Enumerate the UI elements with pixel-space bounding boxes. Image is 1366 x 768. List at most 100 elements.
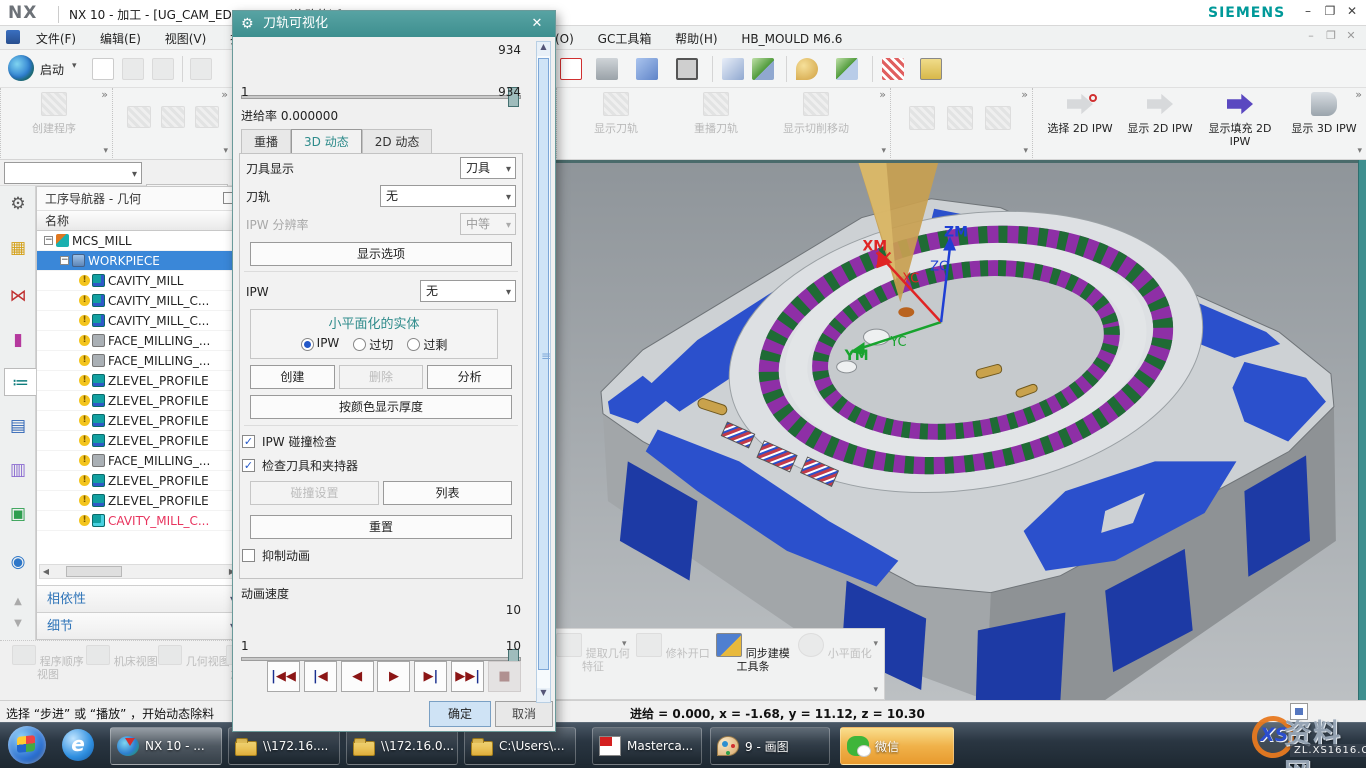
program-order-view-button[interactable]: 程序顺序视图: [12, 645, 84, 681]
scroll-up-icon[interactable]: ▲: [537, 42, 550, 56]
menu-edit[interactable]: 编辑(E): [90, 26, 151, 51]
template-icon[interactable]: ▥: [4, 456, 32, 484]
ok-button[interactable]: 确定: [429, 701, 491, 727]
dialog-scroll-thumb[interactable]: [538, 58, 549, 670]
tree-row-operation[interactable]: FACE_MILLING_...: [37, 351, 241, 371]
verify-toolpath-icon[interactable]: [161, 106, 185, 128]
collision-settings-button[interactable]: 碰撞设置: [250, 481, 379, 505]
geometry-view-button[interactable]: 几何视图: [158, 645, 230, 668]
tree-row-operation[interactable]: FACE_MILLING_...: [37, 451, 241, 471]
menu-gc-toolbox[interactable]: GC工具箱: [588, 26, 662, 51]
step-back-button[interactable]: |◀: [304, 661, 337, 692]
taskbar-item-folder2[interactable]: \\172.16.0...: [346, 727, 458, 765]
dialog-title-bar[interactable]: 刀轨可视化: [233, 11, 555, 37]
taskbar-item-paint[interactable]: 9 - 画图: [710, 727, 830, 765]
part-navigator-icon[interactable]: ▮: [4, 326, 32, 354]
create-button[interactable]: 创建: [250, 365, 335, 389]
dropdown-arrow[interactable]: ▾: [873, 685, 878, 695]
child-close-button[interactable]: ✕: [1342, 29, 1360, 45]
stop-button[interactable]: ■: [488, 661, 521, 692]
postprocess-icon[interactable]: [947, 106, 973, 130]
synchronous-modeling-button[interactable]: 同步建模工具条: [714, 633, 792, 673]
menu-file[interactable]: 文件(F): [26, 26, 86, 51]
go-to-end-button[interactable]: ▶▶|: [451, 661, 484, 692]
analyze-button[interactable]: 分析: [427, 365, 512, 389]
taskbar-item-mastercam[interactable]: Masterca...: [592, 727, 702, 765]
confirm-icon[interactable]: [909, 106, 935, 130]
machine-tool-view-button[interactable]: 机床视图: [86, 645, 158, 668]
child-minimize-button[interactable]: –: [1302, 29, 1320, 45]
show-filled-2d-ipw-button[interactable]: 显示填充 2D IPW: [1197, 92, 1283, 148]
web-browser-icon[interactable]: ◉: [4, 548, 32, 576]
tree-row-mcs[interactable]: MCS_MILL: [37, 231, 241, 251]
tab-3d-dynamic[interactable]: 3D 动态: [291, 129, 362, 154]
tool-display-combo[interactable]: 刀具: [460, 157, 516, 179]
radio-excess[interactable]: 过剩: [407, 336, 447, 353]
tree-row-operation[interactable]: ZLEVEL_PROFILE: [37, 371, 241, 391]
dropdown-arrow[interactable]: ▾: [873, 639, 878, 649]
radio-gouge[interactable]: 过切: [353, 336, 393, 353]
internet-explorer-button[interactable]: e: [62, 729, 94, 761]
close-button[interactable]: ✕: [1342, 4, 1362, 22]
dialog-scrollbar[interactable]: ▲ ▼: [536, 41, 551, 703]
tree-row-operation[interactable]: ZLEVEL_PROFILE: [37, 471, 241, 491]
dialog-close-icon[interactable]: [527, 11, 547, 37]
taskbar-item-wechat[interactable]: 微信: [840, 727, 954, 765]
menu-view[interactable]: 视图(V): [155, 26, 217, 51]
tree-row-operation[interactable]: CAVITY_MILL_C...: [37, 291, 241, 311]
suppress-animation-row[interactable]: 抑制动画: [240, 545, 522, 569]
start-button[interactable]: [8, 726, 46, 764]
list-button[interactable]: 列表: [383, 481, 512, 505]
shop-doc-icon[interactable]: [985, 106, 1011, 130]
hscroll-thumb[interactable]: [66, 566, 122, 577]
tree-row-operation-current[interactable]: CAVITY_MILL_C...: [37, 511, 241, 531]
minimize-button[interactable]: –: [1298, 4, 1318, 22]
edit-section-icon[interactable]: [752, 58, 774, 80]
selection-filter-combo[interactable]: [4, 162, 142, 184]
viewport-right-scroll-strip[interactable]: [1358, 160, 1366, 700]
create-program-button[interactable]: 创建程序: [11, 92, 97, 135]
operation-navigator-tab[interactable]: ≔: [4, 368, 36, 396]
show-hide-icon[interactable]: [836, 58, 858, 80]
menu-help[interactable]: 帮助(H): [665, 26, 727, 51]
tab-2d-dynamic[interactable]: 2D 动态: [362, 129, 433, 154]
tree-row-workpiece[interactable]: WORKPIECE: [37, 251, 241, 271]
scroll-down-icon[interactable]: ▼: [537, 688, 550, 702]
start-menu-label[interactable]: 启动: [40, 61, 64, 78]
tree-row-operation[interactable]: CAVITY_MILL_C...: [37, 311, 241, 331]
play-forward-button[interactable]: ▶: [377, 661, 410, 692]
menu-hb-mould[interactable]: HB_MOULD M6.6: [731, 28, 852, 50]
replay-toolpath-button[interactable]: 重播刀轨: [673, 92, 759, 135]
toolpath-combo[interactable]: 无: [380, 185, 516, 207]
roles-gear-icon[interactable]: ⚙: [4, 190, 32, 218]
ipw-combo[interactable]: 无: [420, 280, 516, 302]
step-forward-button[interactable]: ▶|: [414, 661, 447, 692]
delete-button[interactable]: 删除: [339, 365, 424, 389]
machine-navigator-icon[interactable]: ▤: [4, 412, 32, 440]
show-2d-ipw-button[interactable]: 显示 2D IPW: [1117, 92, 1203, 135]
tab-replay[interactable]: 重播: [241, 129, 291, 154]
ipw-collision-check-row[interactable]: IPW 碰撞检查: [240, 431, 522, 455]
child-restore-button[interactable]: ❐: [1322, 29, 1340, 45]
measure-icon[interactable]: [920, 58, 942, 80]
show-toolpath-button[interactable]: 显示刀轨: [573, 92, 659, 135]
details-section[interactable]: 细节▾: [37, 612, 241, 639]
tree-row-operation[interactable]: FACE_MILLING_...: [37, 331, 241, 351]
cancel-button[interactable]: 取消: [495, 701, 553, 727]
thickness-by-color-button[interactable]: 按颜色显示厚度: [250, 395, 512, 419]
palette-icon[interactable]: [796, 58, 818, 80]
constraint-navigator-icon[interactable]: ⋈: [4, 282, 32, 310]
snap-point-icon[interactable]: [882, 58, 904, 80]
shaded-view-icon[interactable]: [636, 58, 658, 80]
checkbox-unchecked-icon[interactable]: [242, 549, 255, 562]
navigator-hscrollbar[interactable]: ◀ ▶: [39, 564, 239, 579]
patch-opening-button[interactable]: 修补开口: [634, 633, 712, 660]
new-file-icon[interactable]: [92, 58, 114, 80]
select-2d-ipw-button[interactable]: 选择 2D IPW: [1037, 92, 1123, 135]
check-tool-holder-row[interactable]: 检查刀具和夹持器: [240, 455, 522, 479]
tree-row-operation[interactable]: ZLEVEL_PROFILE: [37, 411, 241, 431]
section-view-icon[interactable]: [722, 58, 744, 80]
open-file-icon[interactable]: [122, 58, 144, 80]
sheet-view-icon[interactable]: [596, 58, 618, 80]
navigator-column-header[interactable]: 名称: [37, 211, 241, 231]
